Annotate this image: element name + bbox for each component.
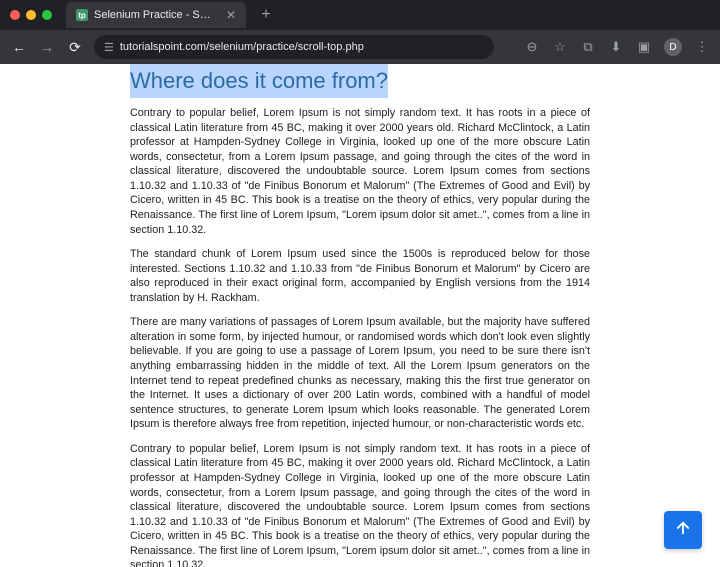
url-text: tutorialspoint.com/selenium/practice/scr… <box>120 41 364 53</box>
browser-chrome: tp Selenium Practice - Scroll To: ✕ + ← … <box>0 0 720 64</box>
maximize-window-button[interactable] <box>42 10 52 20</box>
page-viewport[interactable]: Where does it come from? Contrary to pop… <box>0 64 720 567</box>
scroll-to-top-button[interactable] <box>664 511 702 549</box>
window-controls <box>10 10 52 20</box>
tab-favicon: tp <box>76 9 88 21</box>
reload-button[interactable]: ⟳ <box>66 39 84 56</box>
browser-toolbar: ← → ⟳ ☰ tutorialspoint.com/selenium/prac… <box>0 30 720 64</box>
download-icon[interactable]: ⬇ <box>608 39 624 55</box>
site-info-icon[interactable]: ☰ <box>104 41 114 54</box>
back-button[interactable]: ← <box>10 39 28 55</box>
tab-bar: tp Selenium Practice - Scroll To: ✕ + <box>0 0 720 30</box>
minimize-window-button[interactable] <box>26 10 36 20</box>
close-window-button[interactable] <box>10 10 20 20</box>
article-paragraph: Contrary to popular belief, Lorem Ipsum … <box>130 442 590 567</box>
extensions-icon[interactable]: ⧉ <box>580 39 596 55</box>
article-paragraph: Contrary to popular belief, Lorem Ipsum … <box>130 106 590 237</box>
article-content: Where does it come from? Contrary to pop… <box>130 64 590 567</box>
forward-button[interactable]: → <box>38 39 56 55</box>
tab-close-icon[interactable]: ✕ <box>226 8 236 22</box>
arrow-up-icon <box>674 519 692 542</box>
article-paragraph: The standard chunk of Lorem Ipsum used s… <box>130 247 590 305</box>
menu-icon[interactable]: ⋮ <box>694 39 710 55</box>
toolbar-right: ⊖ ☆ ⧉ ⬇ ▣ D ⋮ <box>524 38 710 56</box>
article-heading: Where does it come from? <box>130 64 388 98</box>
address-bar[interactable]: ☰ tutorialspoint.com/selenium/practice/s… <box>94 35 494 59</box>
tab-title: Selenium Practice - Scroll To: <box>94 9 216 21</box>
panel-icon[interactable]: ▣ <box>636 39 652 55</box>
article-paragraph: There are many variations of passages of… <box>130 315 590 432</box>
profile-avatar[interactable]: D <box>664 38 682 56</box>
zoom-icon[interactable]: ⊖ <box>524 39 540 55</box>
browser-tab[interactable]: tp Selenium Practice - Scroll To: ✕ <box>66 2 246 28</box>
bookmark-icon[interactable]: ☆ <box>552 39 568 55</box>
new-tab-button[interactable]: + <box>256 6 276 24</box>
